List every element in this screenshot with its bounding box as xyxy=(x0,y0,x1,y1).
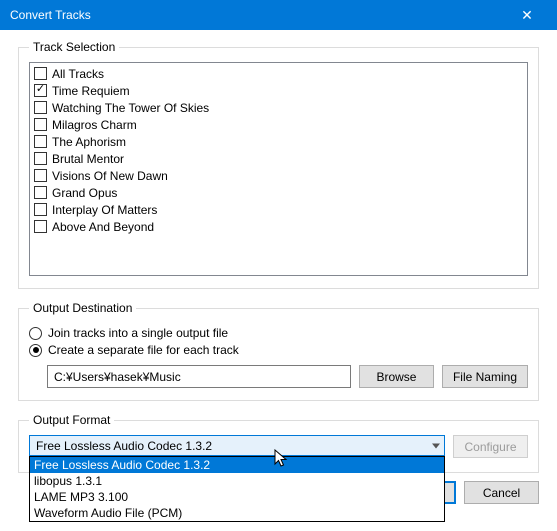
track-checkbox[interactable] xyxy=(34,152,47,165)
track-checkbox[interactable] xyxy=(34,67,47,80)
track-checkbox[interactable] xyxy=(34,118,47,131)
dialog-body: Track Selection All Tracks Time Requiem Wa… xyxy=(0,30,557,518)
track-label: All Tracks xyxy=(52,67,104,81)
output-path-field[interactable]: C:¥Users¥hasek¥Music xyxy=(47,365,351,388)
track-label: Above And Beyond xyxy=(52,220,154,234)
track-selection-legend: Track Selection xyxy=(29,40,119,54)
track-label: Visions Of New Dawn xyxy=(52,169,168,183)
file-naming-button[interactable]: File Naming xyxy=(442,365,528,388)
output-path-value: C:¥Users¥hasek¥Music xyxy=(54,370,181,384)
format-option[interactable]: Free Lossless Audio Codec 1.3.2 xyxy=(30,457,444,473)
join-tracks-radio[interactable] xyxy=(29,327,42,340)
window-title: Convert Tracks xyxy=(10,8,507,22)
track-row[interactable]: All Tracks xyxy=(34,65,523,82)
track-checkbox[interactable] xyxy=(34,186,47,199)
cancel-button[interactable]: Cancel xyxy=(464,481,539,504)
track-row[interactable]: Visions Of New Dawn xyxy=(34,167,523,184)
format-option[interactable]: Waveform Audio File (PCM) xyxy=(30,505,444,521)
output-destination-legend: Output Destination xyxy=(29,301,136,315)
track-label: Watching The Tower Of Skies xyxy=(52,101,209,115)
join-tracks-label: Join tracks into a single output file xyxy=(48,326,228,340)
output-destination-group: Output Destination Join tracks into a si… xyxy=(18,301,539,401)
track-row[interactable]: Brutal Mentor xyxy=(34,150,523,167)
format-option[interactable]: libopus 1.3.1 xyxy=(30,473,444,489)
separate-files-label: Create a separate file for each track xyxy=(48,343,239,357)
output-format-combo[interactable]: Free Lossless Audio Codec 1.3.2 xyxy=(29,435,445,456)
track-selection-group: Track Selection All Tracks Time Requiem Wa… xyxy=(18,40,539,289)
track-checkbox[interactable] xyxy=(34,169,47,182)
track-row[interactable]: The Aphorism xyxy=(34,133,523,150)
track-checkbox[interactable] xyxy=(34,101,47,114)
track-row[interactable]: Grand Opus xyxy=(34,184,523,201)
track-row[interactable]: Milagros Charm xyxy=(34,116,523,133)
track-list[interactable]: All Tracks Time Requiem Watching The Tower… xyxy=(29,62,528,276)
chevron-down-icon xyxy=(432,443,440,448)
track-checkbox[interactable] xyxy=(34,220,47,233)
track-label: Milagros Charm xyxy=(52,118,137,132)
output-format-group: Output Format Free Lossless Audio Codec … xyxy=(18,413,539,473)
output-format-legend: Output Format xyxy=(29,413,114,427)
track-label: Interplay Of Matters xyxy=(52,203,157,217)
titlebar: Convert Tracks ✕ xyxy=(0,0,557,30)
browse-button[interactable]: Browse xyxy=(359,365,434,388)
track-checkbox[interactable] xyxy=(34,135,47,148)
output-format-selected: Free Lossless Audio Codec 1.3.2 xyxy=(36,439,212,453)
configure-button: Configure xyxy=(453,435,528,458)
track-checkbox[interactable] xyxy=(34,203,47,216)
track-row[interactable]: Above And Beyond xyxy=(34,218,523,235)
track-label: Time Requiem xyxy=(52,84,130,98)
separate-files-radio[interactable] xyxy=(29,344,42,357)
track-label: Grand Opus xyxy=(52,186,117,200)
track-row[interactable]: Time Requiem xyxy=(34,82,523,99)
track-checkbox[interactable] xyxy=(34,84,47,97)
format-option[interactable]: LAME MP3 3.100 xyxy=(30,489,444,505)
track-label: Brutal Mentor xyxy=(52,152,124,166)
separate-files-radio-row[interactable]: Create a separate file for each track xyxy=(29,343,528,357)
output-format-dropdown[interactable]: Free Lossless Audio Codec 1.3.2libopus 1… xyxy=(29,456,445,522)
track-row[interactable]: Interplay Of Matters xyxy=(34,201,523,218)
track-label: The Aphorism xyxy=(52,135,126,149)
join-tracks-radio-row[interactable]: Join tracks into a single output file xyxy=(29,326,528,340)
track-row[interactable]: Watching The Tower Of Skies xyxy=(34,99,523,116)
close-icon[interactable]: ✕ xyxy=(507,7,547,24)
